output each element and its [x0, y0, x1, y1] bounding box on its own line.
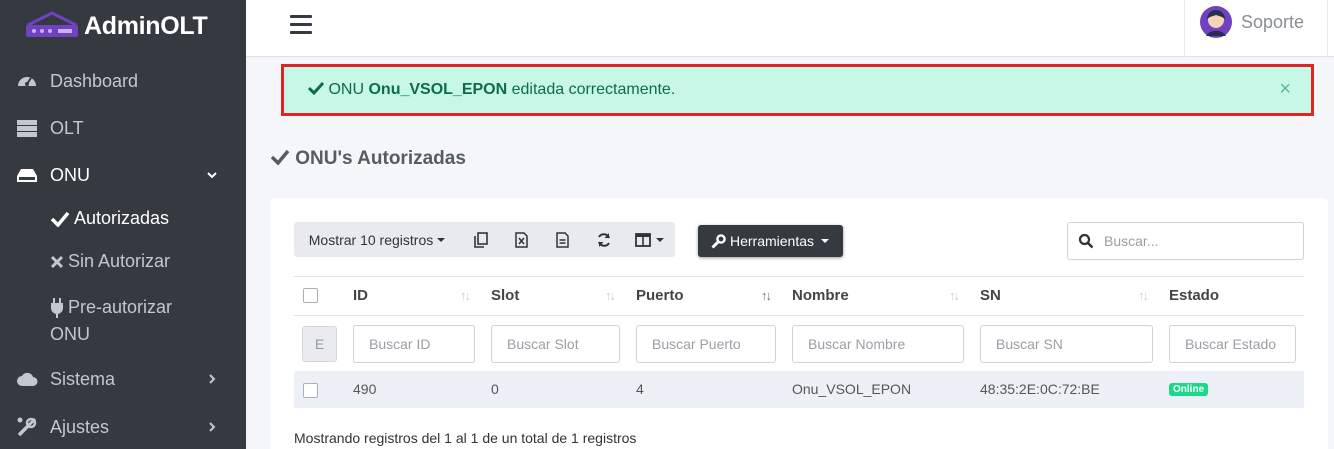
tools-label: Herramientas [729, 233, 815, 249]
sidebar: AdminOLT Dashboard OLT ONU Autorizadas S… [0, 0, 246, 449]
search-input[interactable] [1104, 229, 1294, 253]
row-checkbox[interactable] [303, 383, 318, 398]
sidebar-item-olt[interactable]: OLT [0, 116, 246, 140]
topbar: Soporte [246, 0, 1334, 57]
global-search [1067, 222, 1304, 260]
tools-button[interactable]: Herramientas [698, 225, 843, 257]
hdd-icon [17, 169, 37, 182]
column-header-slot[interactable]: Slot [491, 287, 519, 304]
sidebar-subitem-label: Sin Autorizar [68, 251, 171, 271]
cell-sn: 48:35:2E:0C:72:BE [980, 381, 1100, 397]
chevron-right-icon [209, 374, 216, 384]
plug-icon [51, 298, 63, 319]
copy-button[interactable] [461, 222, 501, 257]
filter-puerto-input[interactable] [636, 325, 776, 363]
filter-id-input[interactable] [353, 325, 475, 363]
sort-icon[interactable]: ↑↓ [949, 288, 960, 303]
sort-icon[interactable]: ↑↓ [460, 288, 471, 303]
alert-onu-name: Onu_VSOL_EPON [368, 81, 508, 98]
page-title-text: ONU's Autorizadas [295, 148, 466, 169]
page-title: ONU's Autorizadas [270, 148, 466, 170]
columns-icon [635, 232, 651, 247]
caret-down-icon [656, 237, 664, 242]
sidebar-item-sistema[interactable]: Sistema [0, 367, 246, 391]
filter-estado-input[interactable] [1169, 325, 1296, 363]
alert-prefix: ONU [328, 81, 365, 98]
times-icon [50, 256, 64, 269]
column-header-puerto[interactable]: Puerto [636, 287, 684, 304]
close-icon[interactable]: × [1279, 78, 1291, 101]
column-header-sn[interactable]: SN [980, 287, 1001, 304]
column-header-id[interactable]: ID [353, 287, 368, 304]
refresh-icon [598, 232, 610, 247]
sidebar-item-label: Ajustes [50, 416, 110, 437]
caret-down-icon [821, 239, 830, 243]
user-name: Soporte [1241, 12, 1305, 32]
check-icon [270, 149, 290, 166]
status-badge: Online [1169, 383, 1209, 396]
menu-toggle-icon[interactable] [290, 15, 312, 35]
tools-icon [17, 417, 37, 437]
filter-sn-input[interactable] [980, 325, 1153, 363]
alert-suffix: editada correctamente. [511, 81, 676, 98]
brand-name: AdminOLT [84, 12, 208, 40]
search-icon [1078, 233, 1094, 249]
csv-button[interactable] [542, 222, 583, 257]
copy-icon [474, 231, 488, 248]
brand[interactable]: AdminOLT [0, 0, 246, 52]
sort-icon[interactable]: ↑↓ [605, 288, 616, 303]
sidebar-item-onu[interactable]: ONU [0, 163, 246, 187]
excel-button[interactable] [501, 222, 542, 257]
sidebar-subitem-label-line2: ONU [50, 324, 90, 344]
user-menu[interactable]: Soporte [1184, 0, 1328, 57]
sidebar-subitem-sin-autorizar[interactable]: Sin Autorizar [50, 251, 170, 272]
sidebar-subitem-label: Autorizadas [74, 208, 170, 228]
caret-down-icon [437, 237, 446, 242]
cell-slot: 0 [491, 381, 499, 397]
table-top-border [294, 276, 1304, 277]
sidebar-subitem-pre-autorizar[interactable]: Pre-autorizar ONU [50, 294, 172, 348]
table-info: Mostrando registros del 1 al 1 de un tot… [294, 430, 637, 446]
show-records-button[interactable]: Mostrar 10 registros [294, 222, 461, 257]
success-alert: ONU Onu_VSOL_EPON editada correctamente.… [281, 64, 1314, 116]
chevron-down-icon [207, 172, 217, 179]
column-header-nombre[interactable]: Nombre [792, 287, 849, 304]
columns-button[interactable] [625, 222, 675, 257]
file-text-icon [556, 231, 569, 248]
cell-nombre: Onu_VSOL_EPON [792, 381, 912, 397]
show-records-label: Mostrar 10 registros [308, 231, 434, 248]
cell-id: 490 [353, 381, 377, 397]
alert-message: ONU Onu_VSOL_EPON editada correctamente. [307, 81, 676, 99]
sidebar-item-ajustes[interactable]: Ajustes [0, 415, 246, 439]
select-all-checkbox[interactable] [303, 288, 318, 303]
chevron-right-icon [209, 422, 216, 432]
cloud-icon [17, 372, 38, 386]
sidebar-item-label: Sistema [50, 368, 116, 389]
sidebar-subitem-autorizadas[interactable]: Autorizadas [50, 208, 169, 229]
filter-nombre-input[interactable] [792, 325, 964, 363]
logo-icon [26, 11, 78, 37]
sidebar-item-label: ONU [50, 164, 90, 185]
check-icon [307, 81, 325, 96]
sidebar-item-dashboard[interactable]: Dashboard [0, 69, 246, 93]
table-header-border [294, 315, 1304, 316]
column-header-estado[interactable]: Estado [1169, 287, 1219, 304]
filter-slot-input[interactable] [491, 325, 620, 363]
table-toolbar: Mostrar 10 registros [294, 222, 675, 257]
sidebar-item-label: OLT [50, 117, 84, 138]
sidebar-subitem-label: Pre-autorizar [68, 297, 173, 317]
server-icon [17, 120, 37, 137]
avatar [1200, 6, 1232, 38]
sort-icon[interactable]: ↑↓ [1138, 288, 1149, 303]
wrench-icon [711, 233, 726, 249]
check-icon [50, 212, 70, 228]
tachometer-icon [18, 77, 36, 86]
cell-puerto: 4 [636, 381, 644, 397]
refresh-button[interactable] [583, 222, 625, 257]
file-excel-icon [515, 231, 528, 248]
sort-icon[interactable]: ↑↓ [761, 288, 772, 303]
filter-button[interactable]: E [302, 326, 337, 362]
sidebar-item-label: Dashboard [50, 70, 139, 91]
